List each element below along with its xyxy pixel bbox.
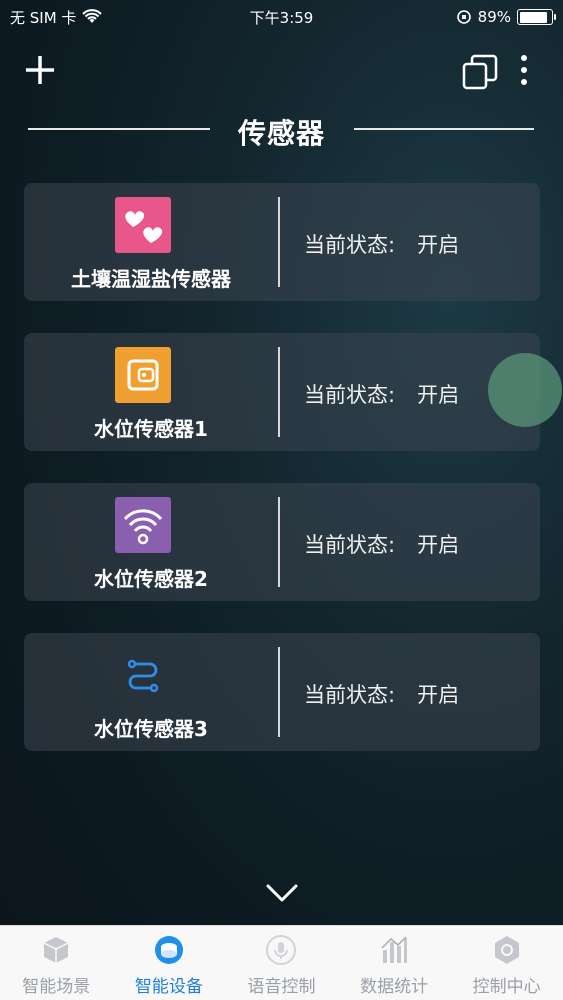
status-label: 当前状态: (304, 383, 396, 407)
device-name: 水位传感器2 (94, 567, 208, 591)
card-divider (278, 197, 280, 287)
status-value: 开启 (417, 233, 460, 257)
device-status: 当前状态: 开启 (304, 229, 459, 259)
expand-button[interactable] (264, 880, 300, 908)
tab-label: 智能场景 (22, 977, 91, 997)
touch-indicator (488, 353, 562, 427)
chart-icon (381, 936, 408, 963)
status-value: 开启 (417, 533, 460, 557)
title-divider-right (354, 128, 534, 130)
carrier-text: 无 SIM 卡 (10, 8, 77, 27)
status-label: 当前状态: (304, 233, 396, 257)
plus-icon (26, 56, 54, 84)
battery-percent: 89% (477, 8, 511, 26)
device-status: 当前状态: 开启 (304, 379, 459, 409)
cube-icon (43, 937, 69, 963)
device-card[interactable]: 土壤温湿盐传感器 当前状态: 开启 (24, 183, 540, 301)
orientation-lock-icon (456, 10, 471, 24)
more-vertical-icon (521, 55, 527, 85)
add-button[interactable] (22, 52, 58, 88)
device-card[interactable]: 水位传感器3 当前状态: 开启 (24, 633, 540, 751)
tab-label: 语音控制 (247, 977, 316, 997)
device-card[interactable]: 水位传感器2 当前状态: 开启 (24, 483, 540, 601)
route-icon (115, 647, 171, 703)
device-name: 水位传感器1 (94, 417, 208, 441)
wallet-icon (115, 347, 171, 403)
status-label: 当前状态: (304, 533, 396, 557)
chevron-down-icon (266, 884, 298, 902)
tab-control-center[interactable]: 控制中心 (450, 926, 563, 1000)
tab-label: 控制中心 (472, 977, 541, 997)
copy-icon (462, 54, 498, 90)
device-card[interactable]: 水位传感器1 当前状态: 开启 (24, 333, 540, 451)
status-label: 当前状态: (304, 683, 396, 707)
device-name: 水位传感器3 (94, 717, 208, 741)
status-left: 无 SIM 卡 (10, 7, 103, 28)
section-title: 传感器 (237, 117, 325, 150)
microphone-icon (266, 935, 297, 965)
status-right: 89% (456, 8, 556, 26)
status-bar: 无 SIM 卡 下午3:59 89% (0, 0, 563, 34)
device-icon (154, 936, 183, 964)
tab-label: 智能设备 (134, 977, 203, 997)
battery-fill (519, 11, 548, 23)
hexagon-icon (494, 936, 519, 964)
battery-icon (517, 9, 556, 25)
card-divider (278, 647, 280, 737)
tab-smart-device[interactable]: 智能设备 (113, 926, 226, 1000)
top-nav (0, 48, 563, 92)
section-header: 传感器 (0, 108, 563, 150)
status-value: 开启 (417, 383, 460, 407)
device-name: 土壤温湿盐传感器 (71, 267, 231, 291)
tab-data-stats[interactable]: 数据统计 (338, 926, 451, 1000)
wifi-signal-icon (82, 9, 103, 23)
device-status: 当前状态: 开启 (304, 679, 459, 709)
status-time: 下午3:59 (249, 8, 314, 27)
tab-bar: 智能场景 智能设备 语音控制 数据统计 控制中心 (0, 925, 563, 1000)
wifi-icon (115, 497, 171, 553)
device-status: 当前状态: 开启 (304, 529, 459, 559)
copy-button[interactable] (460, 52, 500, 92)
card-divider (278, 497, 280, 587)
hearts-icon (115, 197, 171, 253)
tab-label: 数据统计 (360, 977, 429, 997)
tab-voice-control[interactable]: 语音控制 (225, 926, 338, 1000)
status-value: 开启 (417, 683, 460, 707)
tab-smart-scene[interactable]: 智能场景 (0, 926, 113, 1000)
card-divider (278, 347, 280, 437)
more-button[interactable] (512, 52, 536, 92)
